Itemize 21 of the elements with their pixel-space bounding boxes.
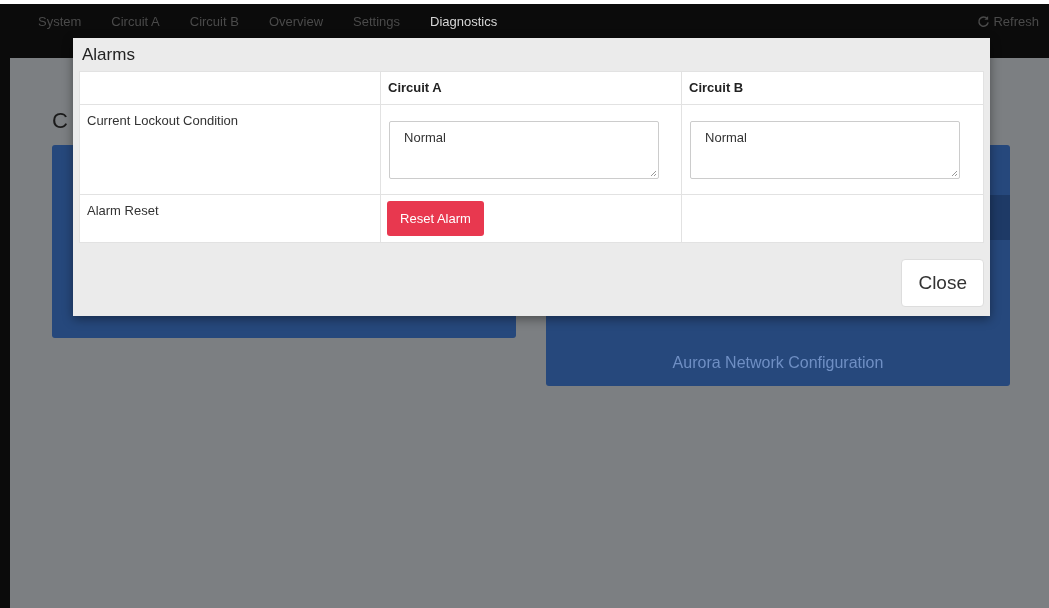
nav-tab[interactable]: Circuit B [189, 4, 239, 29]
text-area[interactable]: Normal [389, 121, 660, 179]
page-heading: C [52, 108, 68, 134]
resize-grip-icon[interactable] [650, 170, 658, 177]
nav-tab[interactable]: Settings [353, 4, 401, 29]
refresh-button[interactable]: Refresh [977, 4, 1039, 29]
column-header: Circuit B [681, 71, 984, 105]
text-area[interactable]: Normal [690, 121, 961, 179]
reset-alarm-button[interactable]: Reset Alarm [387, 201, 484, 236]
refresh-icon [977, 15, 991, 28]
close-button[interactable]: Close [901, 258, 984, 307]
resize-grip-icon[interactable] [951, 170, 959, 177]
nav-tab[interactable]: Diagnostics [430, 4, 498, 29]
nav-tab[interactable]: Circuit A [111, 4, 160, 29]
column-header: Circuit A [380, 71, 682, 105]
card-link[interactable]: Aurora Network Configuration [546, 354, 1010, 372]
row-label: Alarm Reset [79, 194, 381, 243]
nav-tab[interactable]: System [38, 4, 82, 29]
row-label: Current Lockout Condition [79, 104, 381, 195]
nav-tab[interactable]: Overview [268, 4, 324, 29]
dialog-title: Alarms [82, 44, 135, 65]
